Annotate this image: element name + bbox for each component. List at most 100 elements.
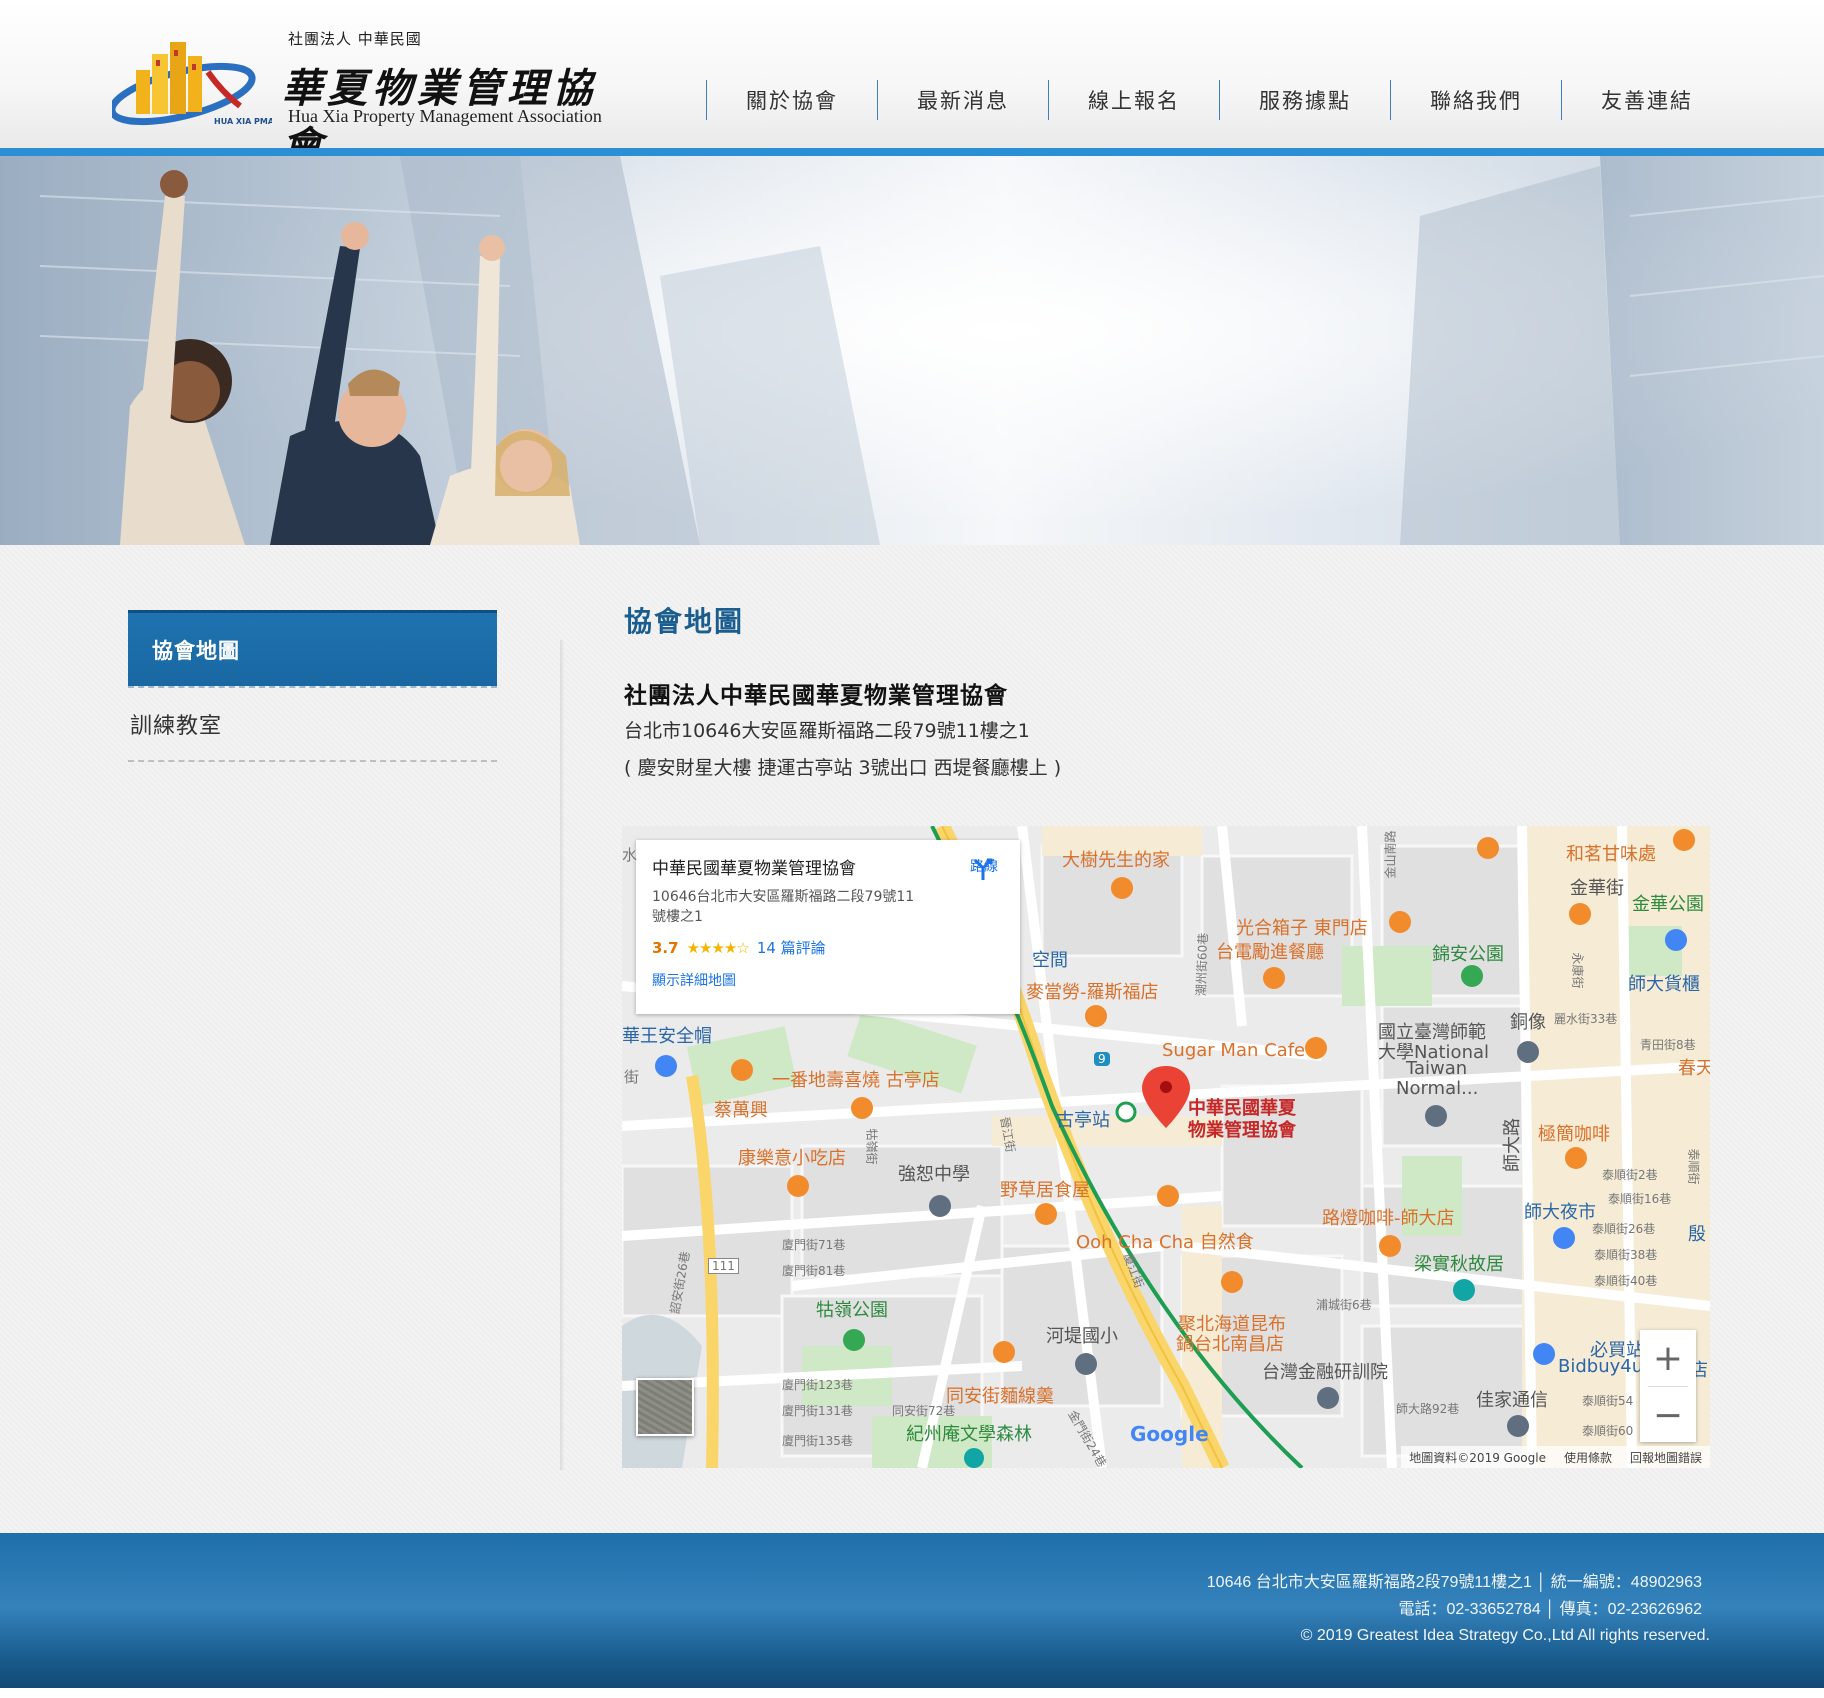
map-poi[interactable]: 同安街麵線羹 [946,1382,1054,1408]
card-reviews-link[interactable]: 14 篇評論 [757,937,826,958]
street-label: 青田街8巷 [1640,1038,1696,1052]
map-poi[interactable]: 康樂意小吃店 [738,1144,846,1170]
map-poi[interactable]: 師大夜市 [1524,1198,1596,1224]
nav-item-contact[interactable]: 聯絡我們 [1390,80,1561,120]
map-poi[interactable]: 光合箱子 東門店 [1236,914,1368,940]
map-poi[interactable]: 路燈咖啡-師大店 [1322,1204,1455,1230]
card-address: 10646台北市大安區羅斯福路二段79號11號樓之1 [652,889,915,925]
map-poi[interactable]: 紀州庵文學森林 [906,1420,1032,1446]
street-label: 泰順街16巷 [1608,1192,1672,1206]
view-larger-map-link[interactable]: 顯示詳細地圖 [652,970,1004,990]
map-poi[interactable]: 蔡萬興 [714,1096,768,1122]
map-poi[interactable]: 大樹先生的家 [1062,846,1170,872]
map-poi[interactable]: 空間 [1032,946,1068,972]
map-poi[interactable]: 極簡咖啡 [1538,1120,1610,1146]
map-poi[interactable]: 牯嶺公園 [816,1296,888,1322]
map-poi[interactable]: 金華公園 [1632,890,1704,916]
map-poi[interactable]: 一番地壽喜燒 古亭店 [772,1066,940,1092]
map-poi[interactable]: 強恕中學 [898,1160,970,1186]
map-poi[interactable]: 麥當勞-羅斯福店 [1026,978,1159,1004]
street-label: 金山南路 [1383,830,1398,879]
nav-item-service-points[interactable]: 服務據點 [1219,80,1390,120]
street-label: 永康街 [1570,952,1585,989]
map-poi[interactable]: 師大貨櫃 [1628,970,1700,996]
street-label: 泰順街 [1686,1148,1701,1185]
map-poi[interactable]: 春天 [1678,1054,1710,1080]
map-poi[interactable]: 華王安全帽 [622,1022,712,1048]
map-poi: 師大路 [1502,1118,1523,1172]
street-label: 泰順街60 [1582,1424,1634,1438]
satellite-toggle-button[interactable] [636,1378,694,1436]
map-poi[interactable]: Ooh Cha Cha 自然食 [1076,1228,1254,1254]
zoom-controls: + − [1640,1330,1696,1442]
street-label: 潮州街60巷 [1194,932,1211,997]
nav-item-about[interactable]: 關於協會 [706,80,877,120]
street-label: 麗水街33巷 [1554,1012,1618,1026]
map-poi[interactable]: Sugar Man Cafe [1162,1040,1305,1061]
map-poi[interactable]: 錦安公園 [1432,940,1504,966]
google-map[interactable]: 中華民國華夏物業管理協會 10646台北市大安區羅斯福路二段79號11號樓之1 … [622,826,1710,1468]
logo-mark-icon: HUA XIA PMA [112,42,272,126]
map-data-credit: 地圖資料©2019 Google [1409,1450,1546,1465]
nav-item-registration[interactable]: 線上報名 [1048,80,1219,120]
street-label: 廈門街131巷 [782,1404,853,1418]
map-poi[interactable]: 鍋台北南昌店 [1176,1330,1284,1356]
sidebar: 協會地圖 訓練教室 [128,610,498,762]
map-poi[interactable]: 河堤國小 [1046,1322,1118,1348]
map-poi: 銅像 [1510,1012,1546,1033]
street-label: 廈門街135巷 [782,1434,853,1448]
site-logo[interactable]: HUA XIA PMA 社團法人 中華民國 華夏物業管理協會 Hua Xia P… [112,22,632,170]
google-logo-text: Google [1130,1422,1209,1446]
map-poi[interactable]: 殷 [1688,1220,1706,1246]
street-label: 廈門街123巷 [782,1378,853,1392]
map-poi[interactable]: 台電勵進餐廳 [1216,938,1324,964]
street-label: 廈門街71巷 [782,1238,846,1252]
card-rating-row: 3.7 ★★★★☆ 14 篇評論 [652,937,1004,958]
site-header: HUA XIA PMA 社團法人 中華民國 華夏物業管理協會 Hua Xia P… [0,0,1824,170]
street-label: 街 [624,1068,640,1086]
nav-item-links[interactable]: 友善連結 [1561,80,1732,120]
street-label: 牯嶺街 [864,1128,879,1165]
footer-copyright: © 2019 Greatest Idea Strategy Co.,Ltd Al… [1300,1627,1710,1644]
mrt-route-shield: 9 [1094,1052,1110,1066]
directions-button[interactable]: 路線 [970,856,998,880]
directions-icon [973,858,993,880]
nav-item-news[interactable]: 最新消息 [877,80,1048,120]
street-label: 泰順街26巷 [1592,1222,1656,1236]
map-attribution-bar: 地圖資料©2019 Google 使用條款 回報地圖錯誤 [1401,1446,1710,1468]
header-accent-bar [0,148,1824,156]
sidebar-item-association-map[interactable]: 協會地圖 [128,610,497,686]
star-rating-icon: ★★★★☆ [686,938,750,957]
logo-english-name: Hua Xia Property Management Association [288,106,602,126]
map-poi[interactable]: 野草居食屋 [1000,1176,1090,1202]
map-info-card: 中華民國華夏物業管理協會 10646台北市大安區羅斯福路二段79號11號樓之1 … [636,840,1020,1014]
street-label: 師大路92巷 [1396,1402,1460,1416]
logo-subtitle: 社團法人 中華民國 [288,30,422,48]
page-title: 協會地圖 [624,605,745,638]
footer-address: 10646 台北市大安區羅斯福路2段79號11樓之1 │ 統一編號：489029… [1206,1574,1702,1591]
map-terms-link[interactable]: 使用條款 [1564,1449,1612,1466]
map-poi[interactable]: 台灣金融研訓院 [1262,1358,1388,1384]
content-divider [560,640,564,1470]
map-poi[interactable]: 梁實秋故居 [1414,1250,1504,1276]
zoom-in-button[interactable]: + [1640,1330,1696,1386]
sidebar-item-training-classroom[interactable]: 訓練教室 [128,688,497,762]
map-poi[interactable]: Taiwan [1406,1058,1467,1079]
map-poi[interactable]: Normal... [1396,1078,1478,1099]
map-poi[interactable]: 佳家通信 [1476,1386,1548,1412]
google-logo: Google [1130,1422,1209,1446]
map-poi[interactable]: 和茗甘味處 [1566,840,1656,866]
zoom-out-button[interactable]: − [1640,1387,1696,1443]
map-poi: 金華街 [1570,878,1624,899]
footer-bottom-strip [0,1688,1824,1698]
street-label: 廈門街81巷 [782,1264,846,1278]
map-report-link[interactable]: 回報地圖錯誤 [1630,1449,1702,1466]
street-label: 同安街72巷 [892,1404,956,1418]
card-title: 中華民國華夏物業管理協會 [652,859,856,879]
banner-photo-image [0,156,1824,545]
map-poi[interactable]: 古亭站 [1056,1106,1110,1132]
map-poi[interactable]: Bidbuy4u [1558,1356,1643,1377]
marker-label-line2[interactable]: 物業管理協會 [1188,1116,1296,1142]
address-note: ( 慶安財星大樓 捷運古亭站 3號出口 西堤餐廳樓上 ) [624,757,1062,779]
street-label: 泰順街38巷 [1594,1248,1658,1262]
